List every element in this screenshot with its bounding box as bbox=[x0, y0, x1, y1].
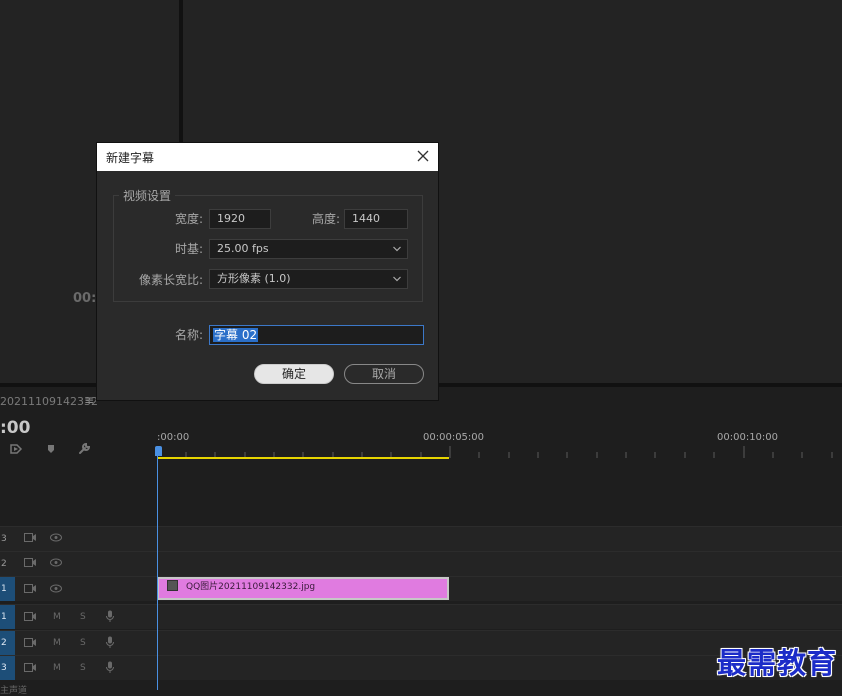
track-label-v2[interactable]: 2 bbox=[0, 552, 15, 576]
mute-button[interactable]: M bbox=[53, 638, 61, 648]
snap-icon[interactable] bbox=[8, 441, 24, 457]
timebase-select[interactable]: 25.00 fps bbox=[209, 239, 408, 259]
video-settings-legend: 视频设置 bbox=[119, 187, 176, 204]
ruler-label-start: :00:00 bbox=[157, 432, 190, 443]
mute-button[interactable]: M bbox=[53, 612, 61, 622]
eye-icon[interactable] bbox=[50, 584, 62, 596]
marker-icon[interactable] bbox=[43, 441, 59, 457]
name-label: 名称: bbox=[174, 328, 203, 342]
height-field[interactable]: 1440 bbox=[344, 209, 408, 229]
film-icon[interactable] bbox=[24, 533, 36, 545]
playhead-handle[interactable] bbox=[155, 446, 162, 456]
chevron-down-icon bbox=[393, 276, 401, 282]
mute-button[interactable]: M bbox=[53, 663, 61, 673]
timeline-timecode[interactable]: :00 bbox=[0, 418, 30, 438]
name-input[interactable]: 字幕 02 bbox=[209, 325, 424, 345]
track-row-a1 bbox=[0, 604, 842, 629]
track-label-a2[interactable]: 2 bbox=[0, 631, 15, 655]
track-row-a3 bbox=[0, 655, 842, 680]
dialog-title: 新建字幕 bbox=[106, 151, 155, 165]
timebase-label: 时基: bbox=[174, 242, 203, 256]
pixel-aspect-label: 像素长宽比: bbox=[138, 273, 203, 287]
chevron-down-icon bbox=[393, 246, 401, 252]
cancel-button[interactable]: 取消 bbox=[344, 364, 424, 384]
ruler-label-10s: 00:00:10:00 bbox=[717, 432, 779, 443]
height-label: 高度: bbox=[311, 212, 340, 226]
width-field[interactable]: 1920 bbox=[209, 209, 271, 229]
timebase-value: 25.00 fps bbox=[217, 242, 269, 255]
film-icon[interactable] bbox=[24, 558, 36, 570]
clip-label: QQ图片20211109142332.jpg bbox=[186, 582, 316, 592]
ruler-label-5s: 00:00:05:00 bbox=[423, 432, 485, 443]
film-icon[interactable] bbox=[24, 584, 36, 596]
close-icon[interactable] bbox=[413, 146, 433, 166]
solo-button[interactable]: S bbox=[80, 638, 86, 648]
image-clip-icon bbox=[167, 580, 178, 591]
pixel-aspect-value: 方形像素 (1.0) bbox=[217, 272, 291, 285]
wrench-icon[interactable] bbox=[76, 441, 92, 457]
track-row-a2 bbox=[0, 630, 842, 655]
menu-icon[interactable]: ≡ bbox=[84, 393, 94, 407]
eye-icon[interactable] bbox=[50, 533, 62, 545]
film-icon[interactable] bbox=[24, 612, 36, 624]
solo-button[interactable]: S bbox=[80, 663, 86, 673]
track-row-v3 bbox=[0, 526, 842, 551]
microphone-icon[interactable] bbox=[106, 661, 114, 677]
name-input-selected-text: 字幕 02 bbox=[213, 328, 259, 342]
eye-icon[interactable] bbox=[50, 558, 62, 570]
watermark-logo: 最需教育 bbox=[717, 646, 838, 680]
solo-button[interactable]: S bbox=[80, 612, 86, 622]
playhead-line[interactable] bbox=[157, 456, 158, 690]
width-label: 宽度: bbox=[174, 212, 203, 226]
work-area-bar[interactable] bbox=[157, 457, 449, 459]
track-label-a3[interactable]: 3 bbox=[0, 656, 15, 680]
track-row-v2 bbox=[0, 551, 842, 576]
ok-button[interactable]: 确定 bbox=[254, 364, 334, 384]
track-label-a1[interactable]: 1 bbox=[0, 605, 15, 629]
track-label-v1[interactable]: 1 bbox=[0, 577, 15, 601]
pixel-aspect-select[interactable]: 方形像素 (1.0) bbox=[209, 269, 408, 289]
microphone-icon[interactable] bbox=[106, 610, 114, 626]
microphone-icon[interactable] bbox=[106, 636, 114, 652]
track-label-v3[interactable]: 3 bbox=[0, 527, 15, 551]
film-icon[interactable] bbox=[24, 663, 36, 675]
film-icon[interactable] bbox=[24, 638, 36, 650]
